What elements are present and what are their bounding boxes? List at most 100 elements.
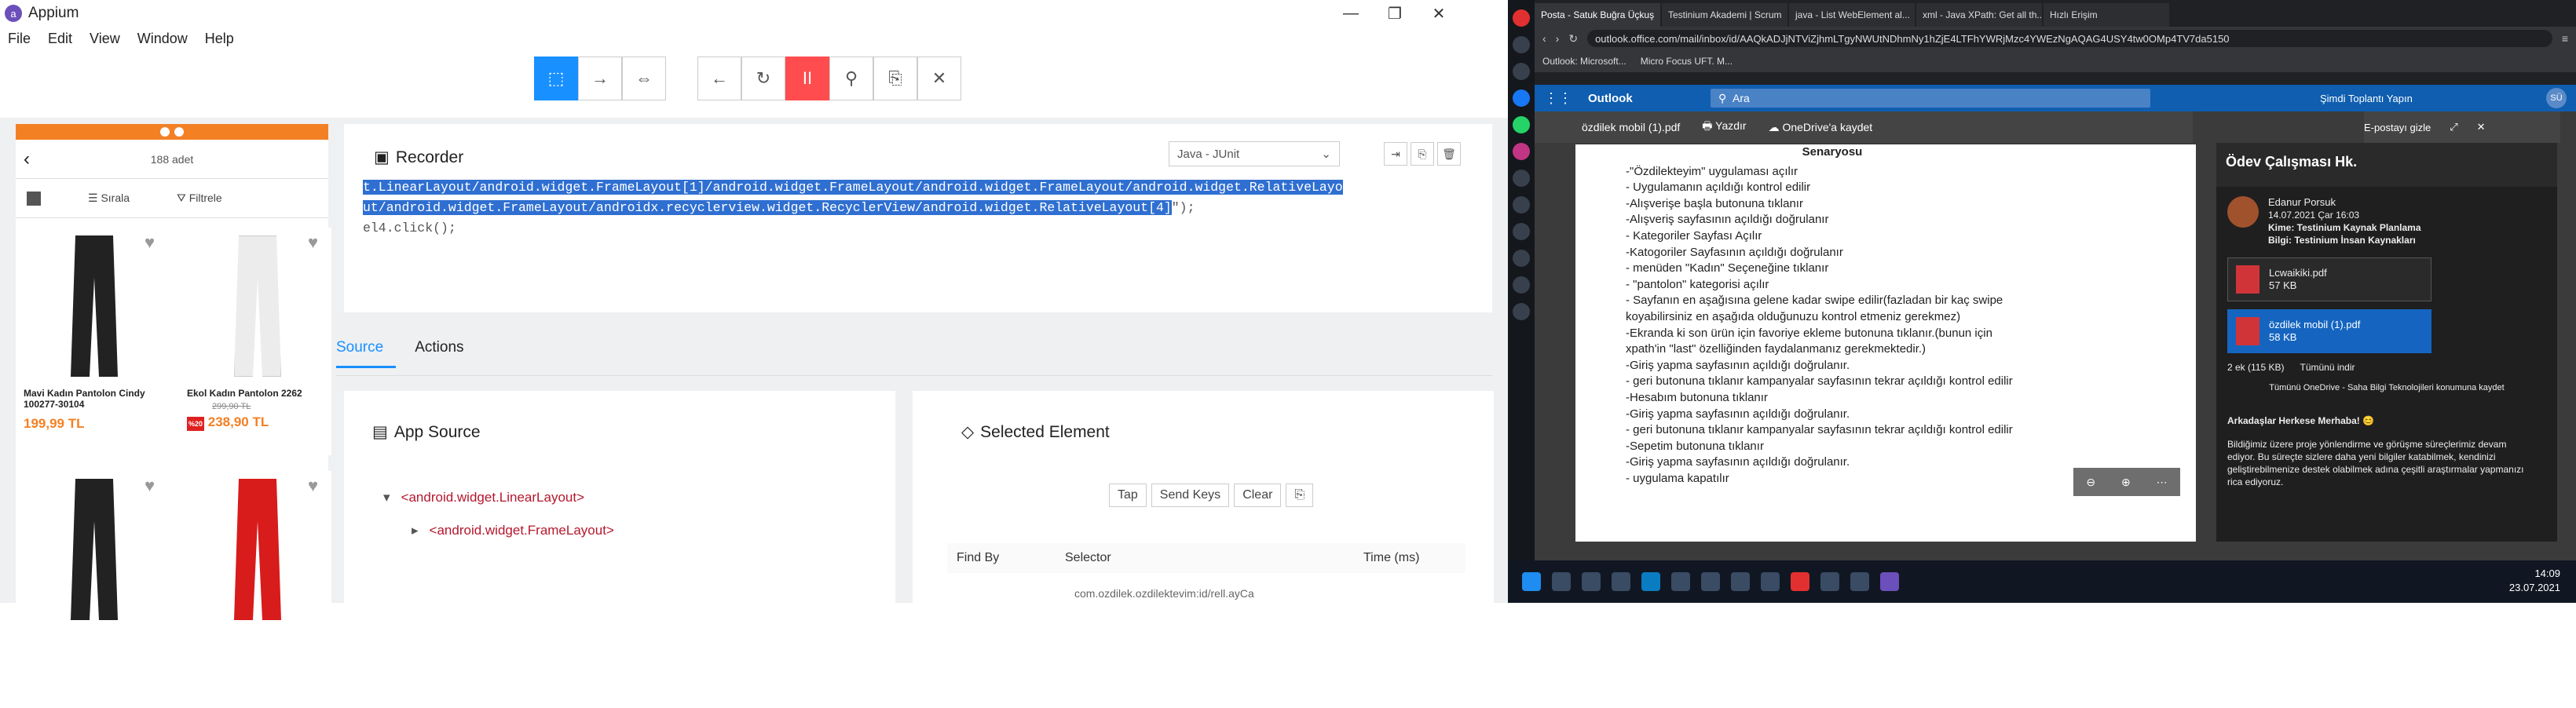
favorite-icon[interactable]: ♥ [308, 476, 327, 495]
clock-icon[interactable] [1513, 250, 1530, 267]
copy-code-button[interactable]: ⎘ [1411, 142, 1434, 166]
more-icon[interactable]: ⋯ [2157, 474, 2168, 491]
appium-icon[interactable] [1880, 572, 1899, 591]
pause-recording-button[interactable]: II [785, 57, 829, 100]
reload-icon[interactable]: ↻ [1568, 32, 1578, 46]
search-icon[interactable] [1552, 572, 1571, 591]
pdf-page[interactable]: Senaryosu -"Özdilekteyim" uygulaması açı… [1575, 144, 2196, 542]
edge-icon[interactable] [1641, 572, 1660, 591]
lightbulb-icon[interactable] [1513, 303, 1530, 320]
meet-now-button[interactable]: Şimdi Toplantı Yapın [2320, 93, 2413, 104]
download-all-link[interactable]: Tümünü indir [2300, 361, 2355, 374]
maximize-button[interactable]: ❐ [1373, 0, 1417, 27]
browser-tab[interactable]: Hızlı Erişim [2044, 3, 2169, 27]
product-card[interactable]: ♥ [184, 471, 331, 699]
attachment-card-selected[interactable]: özdilek mobil (1).pdf 58 KB [2227, 309, 2431, 353]
popout-icon[interactable]: ⤢ [2450, 121, 2457, 133]
selector-value[interactable]: com.ozdilek.ozdilektevim:id/rell.ayCa [1074, 587, 1254, 600]
filter-button[interactable]: ⛛ Filtrele [177, 192, 222, 205]
favorite-icon[interactable]: ♥ [145, 232, 163, 252]
browser-tab[interactable]: xml - Java XPath: Get all th... [1916, 3, 2042, 27]
menu-window[interactable]: Window [137, 31, 188, 47]
menu-view[interactable]: View [90, 31, 120, 47]
bookmark-item[interactable]: Outlook: Microsoft... [1542, 56, 1626, 67]
forward-icon[interactable]: › [1556, 32, 1560, 45]
recorded-code[interactable]: t.LinearLayout/android.widget.FrameLayou… [363, 177, 1447, 239]
sort-button[interactable]: ☰ Sırala [88, 192, 130, 205]
back-button[interactable]: ← [697, 57, 741, 100]
sender-name[interactable]: Edanur Porsuk [2268, 196, 2421, 209]
settings-icon[interactable] [1513, 276, 1530, 294]
grid-view-icon[interactable] [27, 191, 41, 206]
intellij-icon[interactable] [1761, 572, 1780, 591]
language-select[interactable]: Java - JUnit ⌄ [1169, 141, 1340, 166]
tree-node[interactable]: ▾ <android.widget.LinearLayout> [383, 490, 584, 505]
close-button[interactable]: ✕ [1417, 0, 1461, 27]
favorite-icon[interactable]: ♥ [145, 476, 163, 495]
zoom-out-icon[interactable]: ⊖ [2086, 474, 2095, 491]
address-input[interactable]: outlook.office.com/mail/inbox/id/AAQkADJ… [1587, 30, 2552, 47]
browser-tab[interactable]: java - List WebElement al... [1789, 3, 1915, 27]
device-screenshot[interactable]: ‹ 188 adet ☰ Sırala ⛛ Filtrele ♥ Mavi Ka… [16, 124, 331, 699]
search-button[interactable]: ⚲ [829, 57, 873, 100]
messenger-icon[interactable] [1513, 89, 1530, 107]
bookmark-item[interactable]: Micro Focus UFT. M... [1641, 56, 1733, 67]
product-card[interactable]: ♥ Ekol Kadın Pantolon 2262 299,90 TL %20… [184, 228, 331, 455]
search-input[interactable]: ⚲ Ara [1711, 89, 2150, 108]
avatar[interactable]: SÜ [2546, 88, 2567, 108]
browser-tab[interactable]: Posta - Satuk Buğra Üçkuş [1535, 3, 1660, 27]
tree-node[interactable]: ▸ <android.widget.FrameLayout> [412, 523, 614, 538]
start-icon[interactable] [1522, 572, 1541, 591]
swipe-button[interactable]: → [578, 57, 622, 100]
close-icon[interactable]: ✕ [2477, 121, 2486, 133]
app-launcher-icon[interactable]: ⋮⋮ [1544, 90, 1572, 107]
teams-icon[interactable] [1731, 572, 1750, 591]
clear-button[interactable]: Clear [1234, 484, 1282, 507]
tap-coordinates-button[interactable]: ⇔ [622, 57, 666, 100]
caret-right-icon[interactable]: ▸ [412, 523, 419, 538]
send-icon[interactable] [1513, 196, 1530, 213]
product-card[interactable]: ♥ Mavi Kadın Pantolon Cindy 100277-30104… [20, 228, 168, 455]
product-card[interactable]: ♥ [20, 471, 168, 699]
task-view-icon[interactable] [1582, 572, 1601, 591]
mail-icon[interactable] [1701, 572, 1720, 591]
zoom-in-icon[interactable]: ⊕ [2121, 474, 2131, 491]
send-keys-button[interactable]: Send Keys [1151, 484, 1230, 507]
menu-file[interactable]: File [8, 31, 31, 47]
opera-logo-icon[interactable] [1513, 9, 1530, 27]
print-button[interactable]: 🖶 Yazdır [1702, 118, 1746, 137]
store-icon[interactable] [1671, 572, 1690, 591]
copy-xml-button[interactable]: ⎘ [873, 57, 917, 100]
back-icon[interactable]: ‹ [1542, 32, 1546, 45]
spotify-icon[interactable] [1820, 572, 1839, 591]
tab-actions[interactable]: Actions [415, 339, 476, 368]
browser-tab[interactable]: Testinium Akademi | Scrum [1662, 3, 1787, 27]
clear-code-button[interactable]: 🗑 [1437, 142, 1461, 166]
hide-email-button[interactable]: E-postayı gizle [2364, 122, 2431, 133]
boilerplate-button[interactable]: ⇥ [1384, 142, 1407, 166]
select-element-button[interactable]: ⬚ [534, 57, 578, 100]
chrome-icon[interactable] [1850, 572, 1869, 591]
system-clock[interactable]: 14:09 23.07.2021 [2509, 567, 2560, 595]
tap-button[interactable]: Tap [1109, 484, 1147, 507]
speed-dial-icon[interactable] [1513, 63, 1530, 80]
opera-icon[interactable] [1791, 572, 1809, 591]
attachment-card[interactable]: Lcwaikiki.pdf 57 KB [2227, 257, 2431, 301]
refresh-button[interactable]: ↻ [741, 57, 785, 100]
save-onedrive-link[interactable]: Tümünü OneDrive - Saha Bilgi Teknolojile… [2227, 381, 2546, 394]
save-onedrive-button[interactable]: ☁ OneDrive'a kaydet [1769, 121, 1873, 134]
caret-down-icon[interactable]: ▾ [383, 490, 390, 505]
whatsapp-icon[interactable] [1513, 116, 1530, 133]
menu-edit[interactable]: Edit [48, 31, 72, 47]
copy-attributes-icon[interactable]: ⎘ [1286, 484, 1314, 507]
minimize-button[interactable]: — [1329, 0, 1373, 27]
home-icon[interactable] [1513, 36, 1530, 53]
menu-icon[interactable]: ≡ [2562, 32, 2568, 45]
explorer-icon[interactable] [1612, 572, 1630, 591]
history-icon[interactable] [1513, 170, 1530, 187]
favorite-icon[interactable]: ♥ [308, 232, 327, 252]
tab-source[interactable]: Source [336, 339, 397, 368]
favorites-icon[interactable] [1513, 223, 1530, 240]
menu-help[interactable]: Help [205, 31, 234, 47]
quit-session-button[interactable]: ✕ [917, 57, 961, 100]
